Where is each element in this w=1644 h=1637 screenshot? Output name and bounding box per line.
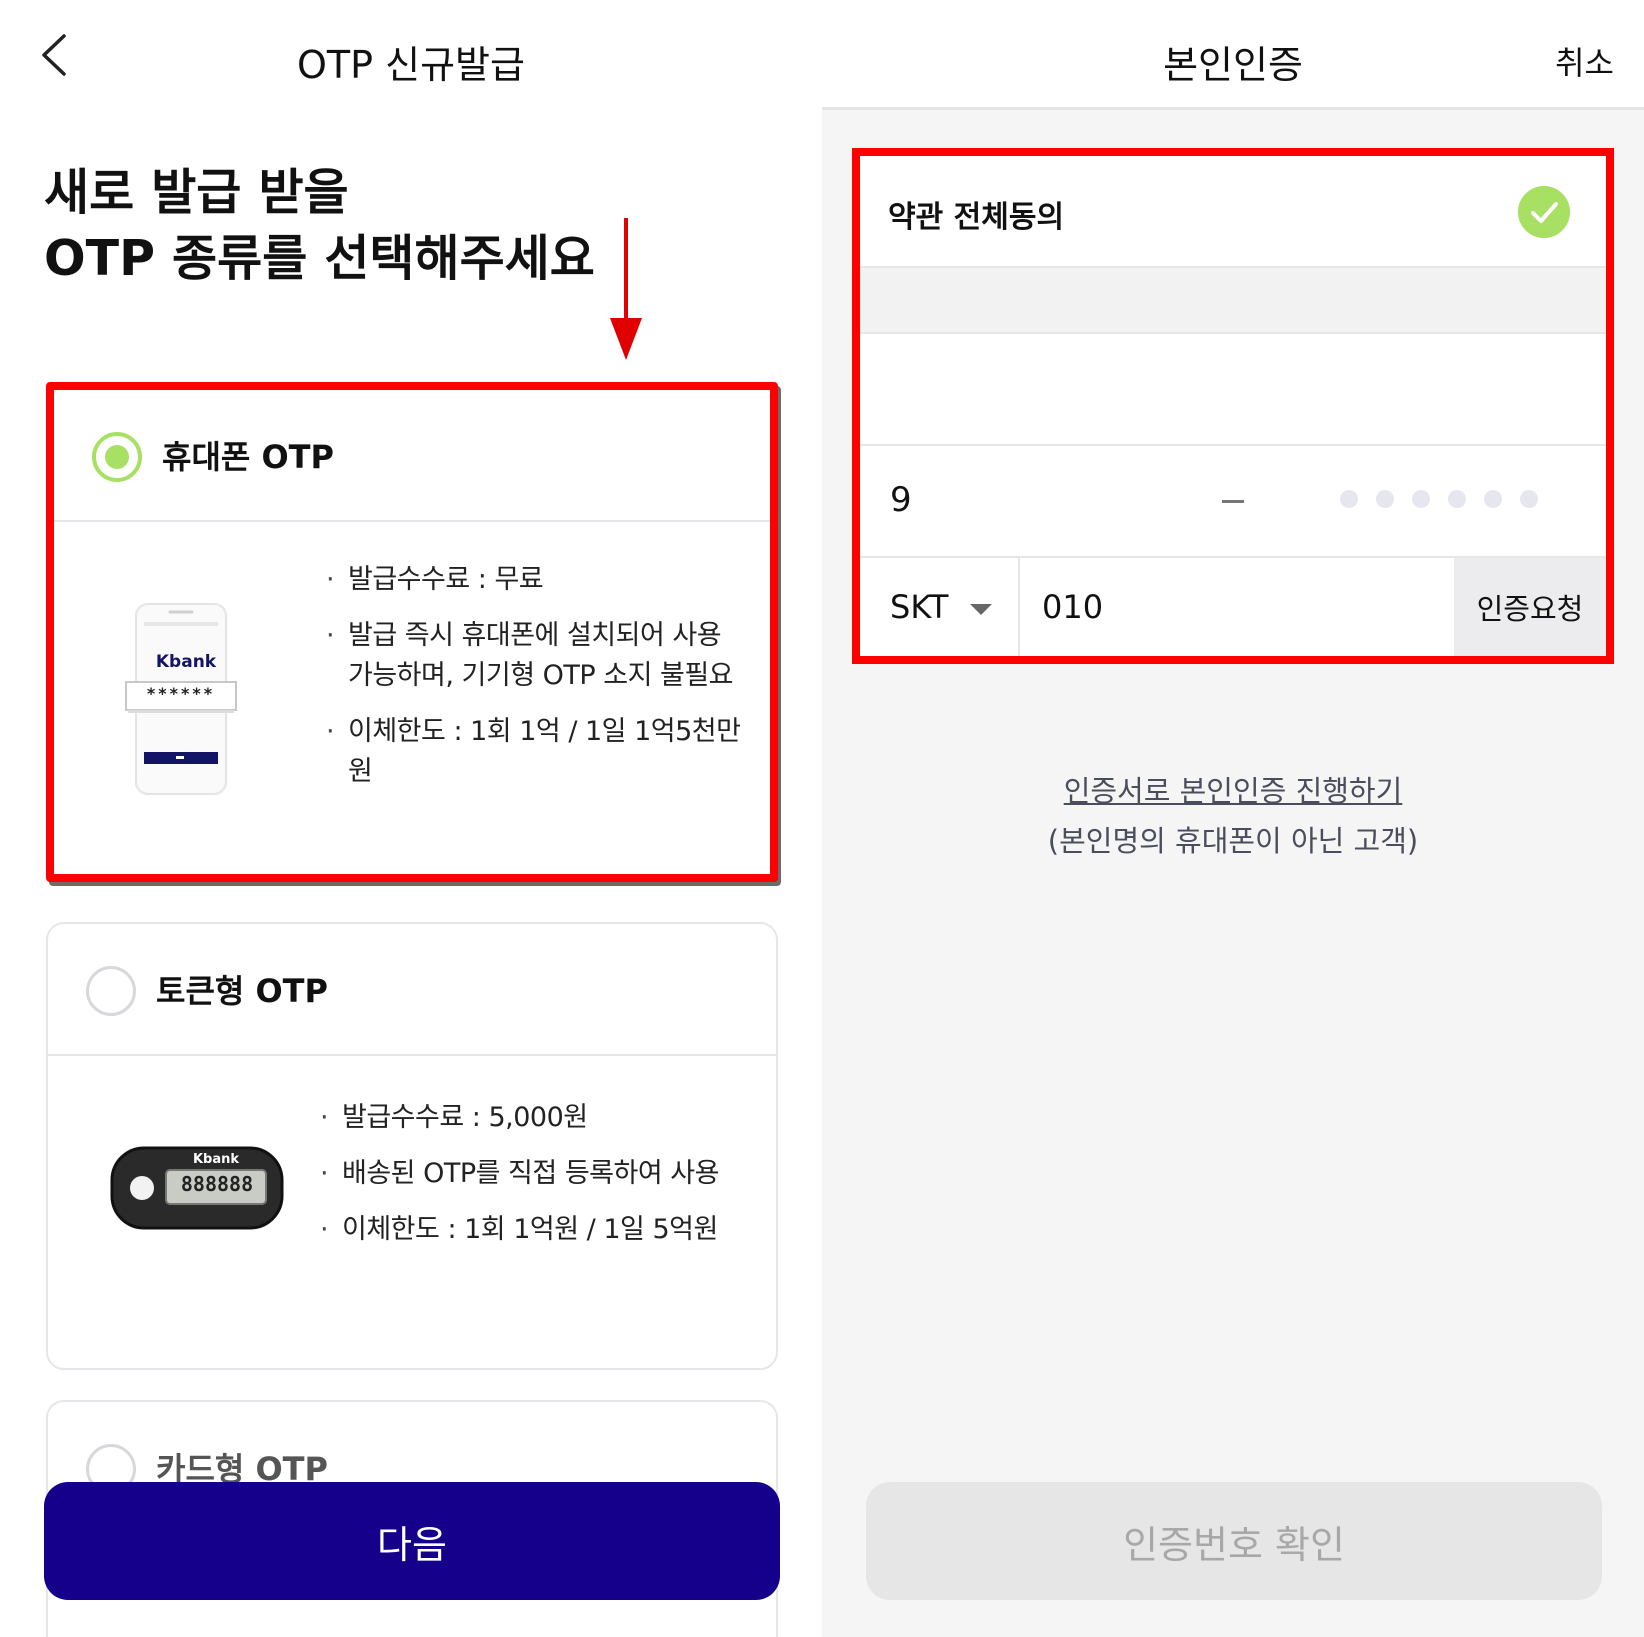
heading-line-1: 새로 발급 받을: [44, 164, 349, 221]
mask-dot: [1448, 490, 1466, 508]
option-body: Kbank ****** 발급수수료 : 무료 발급 즉시 휴대폰에 설치되어 …: [54, 522, 770, 874]
mask-dot: [1340, 490, 1358, 508]
phone-row: SKT 인증요청: [860, 558, 1606, 656]
page-title: OTP 신규발급: [297, 43, 525, 87]
detail-fee: 발급수수료 : 무료: [326, 560, 746, 600]
page-title: 본인인증: [1163, 43, 1303, 87]
detail-fee: 발급수수료 : 5,000원: [320, 1098, 740, 1138]
verification-form: 약관 전체동의 9 SKT 010 인증요청: [852, 148, 1614, 664]
option-details: 발급수수료 : 5,000원 배송된 OTP를 직접 등록하여 사용 이체한도 …: [320, 1098, 740, 1266]
terms-row: [860, 268, 1606, 334]
option-details: 발급수수료 : 무료 발급 즉시 휴대폰에 설치되어 사용 가능하며, 기기형 …: [326, 560, 746, 808]
masked-digits: [1340, 490, 1538, 508]
radio-selected-icon[interactable]: [92, 432, 142, 482]
next-button[interactable]: 다음: [44, 1482, 780, 1600]
resident-number-dash: [1222, 500, 1244, 503]
option-header: 휴대폰 OTP: [54, 390, 770, 522]
down-arrow-icon: [610, 218, 642, 360]
token-brand-label: Kbank: [192, 1152, 240, 1167]
mask-dot: [1376, 490, 1394, 508]
token-display: 888888: [180, 1172, 254, 1196]
phone-brand-label: Kbank: [155, 652, 217, 672]
identity-verification-screen: 본인인증 취소 약관 전체동의 9 SKT 010 인증요청 인증서로 본인인증…: [822, 0, 1644, 1637]
phone-input[interactable]: [1020, 558, 1450, 656]
check-circle-icon[interactable]: [1518, 186, 1570, 238]
agree-all-label: 약관 전체동의: [888, 200, 1065, 235]
option-title: 휴대폰 OTP: [162, 438, 334, 476]
mask-dot: [1484, 490, 1502, 508]
certificate-verification-note: (본인명의 휴대폰이 아닌 고객): [1047, 824, 1419, 858]
cancel-button[interactable]: 취소: [1555, 38, 1614, 84]
phone-masked-code: ******: [146, 684, 216, 703]
mask-dot: [1520, 490, 1538, 508]
option-body: Kbank 888888 발급수수료 : 5,000원 배송된 OTP를 직접 …: [48, 1056, 776, 1368]
option-phone-otp[interactable]: 휴대폰 OTP Kbank ****** 발급수수료 : 무료 발급 즉시 휴대…: [46, 382, 778, 882]
name-field[interactable]: [860, 334, 1606, 446]
otp-issue-screen: OTP 신규발급 새로 발급 받을 OTP 종류를 선택해주세요 휴대폰 OTP: [0, 0, 822, 1637]
detail-delivery: 배송된 OTP를 직접 등록하여 사용: [320, 1154, 740, 1194]
detail-install: 발급 즉시 휴대폰에 설치되어 사용 가능하며, 기기형 OTP 소지 불필요: [326, 616, 746, 696]
mask-dot: [1412, 490, 1430, 508]
detail-limit: 이체한도 : 1회 1억 / 1일 1억5천만원: [326, 712, 746, 792]
option-header: 토큰형 OTP: [48, 924, 776, 1056]
heading: 새로 발급 받을 OTP 종류를 선택해주세요: [44, 160, 595, 292]
caret-down-icon: [970, 604, 992, 615]
detail-limit: 이체한도 : 1회 1억원 / 1일 5억원: [320, 1210, 740, 1250]
heading-line-2: OTP 종류를 선택해주세요: [44, 230, 595, 287]
certificate-verification-link[interactable]: 인증서로 본인인증 진행하기: [822, 768, 1644, 810]
resident-number-first: 9: [890, 480, 912, 520]
request-verification-button[interactable]: 인증요청: [1454, 558, 1606, 656]
confirm-code-button[interactable]: 인증번호 확인: [866, 1482, 1602, 1600]
top-bar: 본인인증 취소: [822, 0, 1644, 110]
resident-number-field[interactable]: 9: [860, 446, 1606, 558]
carrier-select[interactable]: SKT: [860, 558, 1020, 656]
carrier-value: SKT: [890, 588, 949, 626]
option-title: 토큰형 OTP: [156, 972, 328, 1010]
radio-unselected-icon[interactable]: [86, 966, 136, 1016]
agree-all-row[interactable]: 약관 전체동의: [860, 156, 1606, 268]
option-token-otp[interactable]: 토큰형 OTP Kbank 888888 발급수수료 : 5,000원 배송된 …: [46, 922, 778, 1370]
